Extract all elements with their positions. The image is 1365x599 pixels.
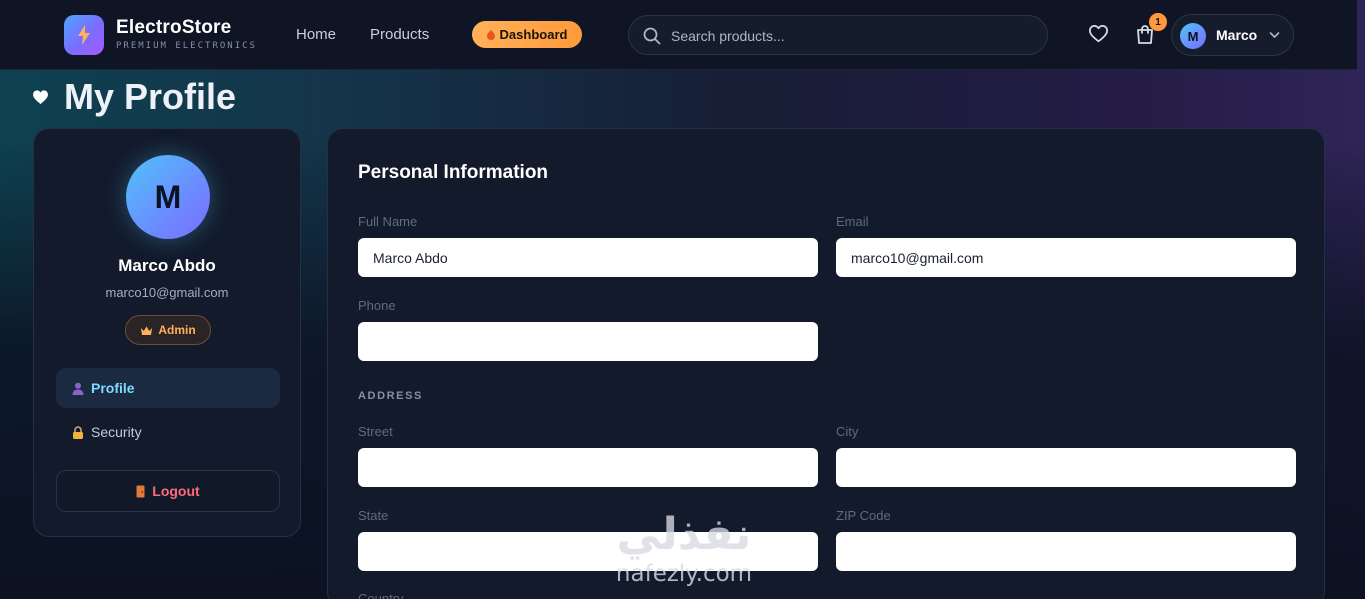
heart-icon [33, 90, 48, 105]
sidebar-item-security[interactable]: Security [56, 412, 280, 452]
user-menu-button[interactable]: M Marco [1171, 14, 1294, 56]
full-name-input[interactable] [358, 238, 818, 277]
city-input[interactable] [836, 448, 1296, 487]
street-label: Street [358, 424, 393, 439]
profile-email: marco10@gmail.com [105, 285, 229, 300]
search-icon [643, 27, 661, 45]
search-bar[interactable] [628, 15, 1048, 55]
dashboard-label: Dashboard [499, 27, 568, 42]
email-label: Email [836, 214, 869, 229]
nav-link-home[interactable]: Home [296, 26, 336, 43]
section-title: Personal Information [358, 162, 549, 183]
door-icon [136, 485, 145, 497]
profile-sidebar: M Marco Abdo marco10@gmail.com Admin Pro… [33, 128, 301, 537]
phone-input[interactable] [358, 322, 818, 361]
cart-count-badge: 1 [1149, 13, 1167, 31]
avatar: M [1180, 23, 1206, 49]
sidebar-item-label: Profile [91, 380, 135, 396]
role-label: Admin [158, 323, 196, 337]
search-input[interactable] [671, 24, 1031, 48]
logout-button[interactable]: Logout [56, 470, 280, 512]
brand-logo[interactable] [64, 15, 104, 55]
sidebar-item-profile[interactable]: Profile [56, 368, 280, 408]
brand-name: ElectroStore [116, 17, 232, 38]
crown-icon [141, 326, 153, 335]
top-navbar: ElectroStore PREMIUM ELECTRONICS Home Pr… [0, 0, 1357, 70]
fire-icon [486, 29, 495, 40]
wishlist-button[interactable] [1088, 24, 1109, 48]
personal-info-card: Personal Information Full Name Email Pho… [327, 128, 1325, 599]
role-badge: Admin [125, 315, 211, 345]
state-input[interactable] [358, 532, 818, 571]
phone-label: Phone [358, 298, 396, 313]
nav-link-products[interactable]: Products [370, 26, 429, 43]
lock-icon [73, 425, 83, 439]
country-label: Country [358, 591, 404, 599]
state-label: State [358, 508, 389, 523]
logout-label: Logout [152, 483, 200, 499]
lightning-icon [78, 25, 90, 45]
page-title: My Profile [64, 76, 237, 117]
address-section-label: ADDRESS [358, 390, 423, 402]
street-input[interactable] [358, 448, 818, 487]
dashboard-button[interactable]: Dashboard [472, 21, 582, 48]
user-icon [72, 382, 84, 395]
profile-name: Marco Abdo [118, 256, 216, 275]
user-name: Marco [1216, 27, 1258, 43]
heart-icon [1089, 25, 1108, 43]
brand: ElectroStore PREMIUM ELECTRONICS [116, 17, 257, 51]
email-field[interactable] [836, 238, 1296, 277]
brand-tagline: PREMIUM ELECTRONICS [116, 41, 257, 51]
profile-avatar: M [126, 155, 210, 239]
chevron-down-icon [1269, 32, 1280, 38]
zip-code-label: ZIP Code [836, 508, 891, 523]
full-name-label: Full Name [358, 214, 418, 229]
sidebar-item-label: Security [91, 424, 142, 440]
zip-code-input[interactable] [836, 532, 1296, 571]
city-label: City [836, 424, 859, 439]
